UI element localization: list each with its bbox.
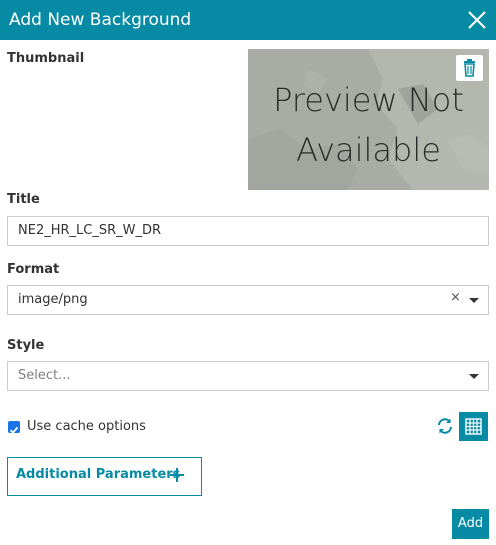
title-input[interactable]: NE2_HR_LC_SR_W_DR: [7, 216, 489, 246]
checkmark-icon: [9, 426, 19, 434]
thumbnail-preview[interactable]: Preview Not Available: [248, 49, 489, 190]
plus-icon: [170, 468, 184, 482]
style-select-placeholder: Select...: [18, 368, 71, 383]
chevron-down-icon[interactable]: [469, 298, 479, 303]
close-button[interactable]: [466, 9, 488, 31]
delete-thumbnail-button[interactable]: [456, 55, 483, 81]
use-cache-label[interactable]: Use cache options: [27, 418, 146, 436]
add-button-label: Add: [457, 516, 484, 531]
title-input-value: NE2_HR_LC_SR_W_DR: [18, 223, 162, 238]
refresh-button[interactable]: [435, 416, 455, 436]
add-background-dialog: Add New Background Thumbnail Preview Not…: [0, 0, 496, 545]
dialog-header: Add New Background: [0, 0, 496, 40]
format-select-value: image/png: [18, 292, 88, 307]
format-label: Format: [7, 262, 60, 277]
use-cache-checkbox[interactable]: [8, 421, 20, 434]
close-icon: [468, 11, 486, 29]
preview-line-2: Available: [296, 131, 441, 169]
add-button[interactable]: Add: [452, 509, 489, 539]
preview-not-available-text: Preview Not Available: [248, 75, 489, 175]
thumbnail-label: Thumbnail: [7, 51, 85, 66]
grid-icon: [465, 418, 482, 435]
trash-icon: [464, 59, 475, 77]
refresh-icon: [438, 418, 452, 434]
format-clear-button[interactable]: ×: [450, 290, 461, 305]
style-label: Style: [7, 338, 45, 353]
format-select[interactable]: image/png ×: [7, 285, 489, 315]
chevron-down-icon[interactable]: [469, 374, 479, 379]
additional-parameters-label: Additional Parameters: [16, 467, 181, 482]
tile-grid-button[interactable]: [459, 412, 488, 441]
preview-line-1: Preview Not: [273, 81, 464, 119]
additional-parameters-button[interactable]: Additional Parameters: [7, 457, 202, 496]
dialog-title: Add New Background: [9, 10, 192, 30]
style-select[interactable]: Select...: [7, 361, 489, 391]
title-label: Title: [7, 192, 40, 207]
